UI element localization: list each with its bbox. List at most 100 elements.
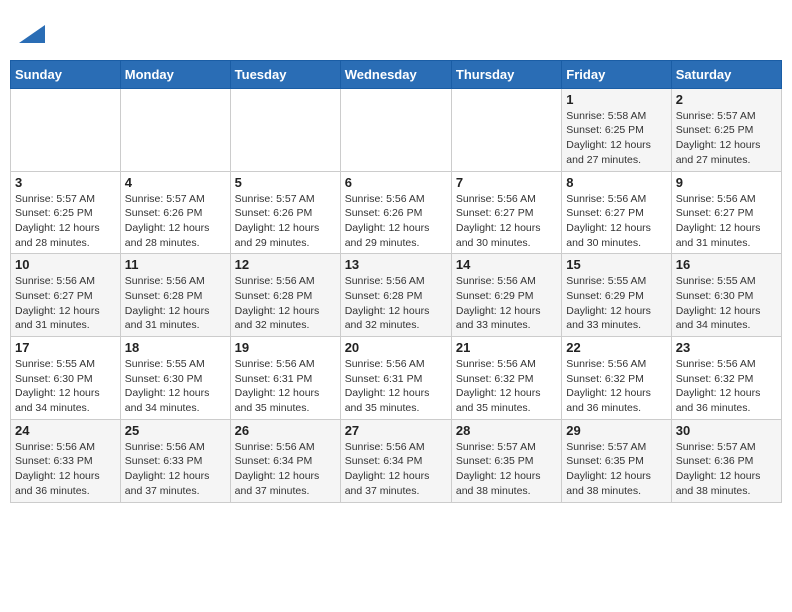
weekday-header-sunday: Sunday [11, 60, 121, 88]
calendar-cell: 17 Sunrise: 5:55 AMSunset: 6:30 PMDayligh… [11, 337, 121, 420]
calendar-cell: 13 Sunrise: 5:56 AMSunset: 6:28 PMDayligh… [340, 254, 451, 337]
day-info: Sunrise: 5:56 AMSunset: 6:28 PMDaylight:… [125, 274, 226, 333]
calendar-cell: 12 Sunrise: 5:56 AMSunset: 6:28 PMDayligh… [230, 254, 340, 337]
day-number: 7 [456, 175, 557, 190]
calendar-cell: 3Sunrise: 5:57 AMSunset: 6:25 PMDaylight… [11, 171, 121, 254]
day-number: 9 [676, 175, 777, 190]
day-number: 10 [15, 257, 116, 272]
day-number: 24 [15, 423, 116, 438]
day-info: Sunrise: 5:58 AMSunset: 6:25 PMDaylight:… [566, 109, 666, 168]
calendar-cell: 2 Sunrise: 5:57 AMSunset: 6:25 PMDaylight… [671, 88, 781, 171]
calendar-cell: 30 Sunrise: 5:57 AMSunset: 6:36 PMDayligh… [671, 419, 781, 502]
day-number: 22 [566, 340, 666, 355]
calendar-cell: 29 Sunrise: 5:57 AMSunset: 6:35 PMDayligh… [562, 419, 671, 502]
day-info: Sunrise: 5:56 AMSunset: 6:29 PMDaylight:… [456, 274, 557, 333]
calendar-cell: 27 Sunrise: 5:56 AMSunset: 6:34 PMDayligh… [340, 419, 451, 502]
day-info: Sunrise: 5:56 AMSunset: 6:31 PMDaylight:… [235, 357, 336, 416]
day-number: 12 [235, 257, 336, 272]
day-number: 23 [676, 340, 777, 355]
calendar-cell: 10 Sunrise: 5:56 AMSunset: 6:27 PMDayligh… [11, 254, 121, 337]
calendar-cell: 24 Sunrise: 5:56 AMSunset: 6:33 PMDayligh… [11, 419, 121, 502]
page-header [10, 10, 782, 50]
calendar-cell [11, 88, 121, 171]
day-info: Sunrise: 5:56 AMSunset: 6:34 PMDaylight:… [235, 440, 336, 499]
calendar-cell: 28 Sunrise: 5:57 AMSunset: 6:35 PMDayligh… [451, 419, 561, 502]
weekday-header-wednesday: Wednesday [340, 60, 451, 88]
calendar-cell: 6 Sunrise: 5:56 AMSunset: 6:26 PMDaylight… [340, 171, 451, 254]
calendar-cell: 1 Sunrise: 5:58 AMSunset: 6:25 PMDaylight… [562, 88, 671, 171]
calendar-cell: 9Sunrise: 5:56 AMSunset: 6:27 PMDaylight… [671, 171, 781, 254]
day-number: 16 [676, 257, 777, 272]
calendar-cell: 11 Sunrise: 5:56 AMSunset: 6:28 PMDayligh… [120, 254, 230, 337]
day-number: 18 [125, 340, 226, 355]
day-info: Sunrise: 5:56 AMSunset: 6:32 PMDaylight:… [456, 357, 557, 416]
day-info: Sunrise: 5:56 AMSunset: 6:27 PMDaylight:… [566, 192, 666, 251]
day-info: Sunrise: 5:57 AMSunset: 6:26 PMDaylight:… [235, 192, 336, 251]
day-info: Sunrise: 5:56 AMSunset: 6:28 PMDaylight:… [235, 274, 336, 333]
calendar-table: SundayMondayTuesdayWednesdayThursdayFrid… [10, 60, 782, 503]
day-info: Sunrise: 5:56 AMSunset: 6:32 PMDaylight:… [566, 357, 666, 416]
calendar-cell: 16 Sunrise: 5:55 AMSunset: 6:30 PMDayligh… [671, 254, 781, 337]
calendar-cell: 15Sunrise: 5:55 AMSunset: 6:29 PMDayligh… [562, 254, 671, 337]
calendar-cell: 14 Sunrise: 5:56 AMSunset: 6:29 PMDayligh… [451, 254, 561, 337]
calendar-cell: 21 Sunrise: 5:56 AMSunset: 6:32 PMDayligh… [451, 337, 561, 420]
day-info: Sunrise: 5:57 AMSunset: 6:35 PMDaylight:… [566, 440, 666, 499]
day-info: Sunrise: 5:56 AMSunset: 6:28 PMDaylight:… [345, 274, 447, 333]
calendar-cell [340, 88, 451, 171]
day-info: Sunrise: 5:57 AMSunset: 6:25 PMDaylight:… [676, 109, 777, 168]
calendar-cell: 18 Sunrise: 5:55 AMSunset: 6:30 PMDayligh… [120, 337, 230, 420]
day-info: Sunrise: 5:57 AMSunset: 6:35 PMDaylight:… [456, 440, 557, 499]
day-number: 27 [345, 423, 447, 438]
day-number: 28 [456, 423, 557, 438]
calendar-cell: 8 Sunrise: 5:56 AMSunset: 6:27 PMDaylight… [562, 171, 671, 254]
day-number: 14 [456, 257, 557, 272]
day-number: 17 [15, 340, 116, 355]
weekday-header-tuesday: Tuesday [230, 60, 340, 88]
day-number: 30 [676, 423, 777, 438]
calendar-cell: 4 Sunrise: 5:57 AMSunset: 6:26 PMDaylight… [120, 171, 230, 254]
day-number: 21 [456, 340, 557, 355]
day-info: Sunrise: 5:55 AMSunset: 6:30 PMDaylight:… [676, 274, 777, 333]
calendar-cell: 25 Sunrise: 5:56 AMSunset: 6:33 PMDayligh… [120, 419, 230, 502]
day-number: 29 [566, 423, 666, 438]
day-number: 20 [345, 340, 447, 355]
day-number: 3 [15, 175, 116, 190]
calendar-cell: 22 Sunrise: 5:56 AMSunset: 6:32 PMDayligh… [562, 337, 671, 420]
weekday-header-saturday: Saturday [671, 60, 781, 88]
day-number: 8 [566, 175, 666, 190]
calendar-cell: 26 Sunrise: 5:56 AMSunset: 6:34 PMDayligh… [230, 419, 340, 502]
day-number: 11 [125, 257, 226, 272]
calendar-cell: 7 Sunrise: 5:56 AMSunset: 6:27 PMDaylight… [451, 171, 561, 254]
weekday-header-thursday: Thursday [451, 60, 561, 88]
calendar-cell: 5 Sunrise: 5:57 AMSunset: 6:26 PMDaylight… [230, 171, 340, 254]
day-info: Sunrise: 5:57 AMSunset: 6:36 PMDaylight:… [676, 440, 777, 499]
calendar-cell: 20 Sunrise: 5:56 AMSunset: 6:31 PMDayligh… [340, 337, 451, 420]
day-info: Sunrise: 5:57 AMSunset: 6:26 PMDaylight:… [125, 192, 226, 251]
day-info: Sunrise: 5:56 AMSunset: 6:33 PMDaylight:… [15, 440, 116, 499]
day-number: 4 [125, 175, 226, 190]
day-number: 13 [345, 257, 447, 272]
day-info: Sunrise: 5:56 AMSunset: 6:34 PMDaylight:… [345, 440, 447, 499]
day-number: 1 [566, 92, 666, 107]
calendar-cell [120, 88, 230, 171]
day-number: 26 [235, 423, 336, 438]
day-number: 19 [235, 340, 336, 355]
day-number: 25 [125, 423, 226, 438]
day-info: Sunrise: 5:55 AMSunset: 6:30 PMDaylight:… [125, 357, 226, 416]
day-info: Sunrise: 5:56 AMSunset: 6:27 PMDaylight:… [456, 192, 557, 251]
day-info: Sunrise: 5:56 AMSunset: 6:33 PMDaylight:… [125, 440, 226, 499]
day-number: 2 [676, 92, 777, 107]
day-number: 5 [235, 175, 336, 190]
day-info: Sunrise: 5:56 AMSunset: 6:27 PMDaylight:… [15, 274, 116, 333]
calendar-cell: 19 Sunrise: 5:56 AMSunset: 6:31 PMDayligh… [230, 337, 340, 420]
calendar-cell [451, 88, 561, 171]
calendar-cell: 23Sunrise: 5:56 AMSunset: 6:32 PMDayligh… [671, 337, 781, 420]
day-info: Sunrise: 5:56 AMSunset: 6:31 PMDaylight:… [345, 357, 447, 416]
day-number: 15 [566, 257, 666, 272]
day-number: 6 [345, 175, 447, 190]
logo [15, 15, 47, 50]
calendar-cell [230, 88, 340, 171]
logo-icon [17, 15, 47, 45]
day-info: Sunrise: 5:56 AMSunset: 6:26 PMDaylight:… [345, 192, 447, 251]
day-info: Sunrise: 5:55 AMSunset: 6:30 PMDaylight:… [15, 357, 116, 416]
